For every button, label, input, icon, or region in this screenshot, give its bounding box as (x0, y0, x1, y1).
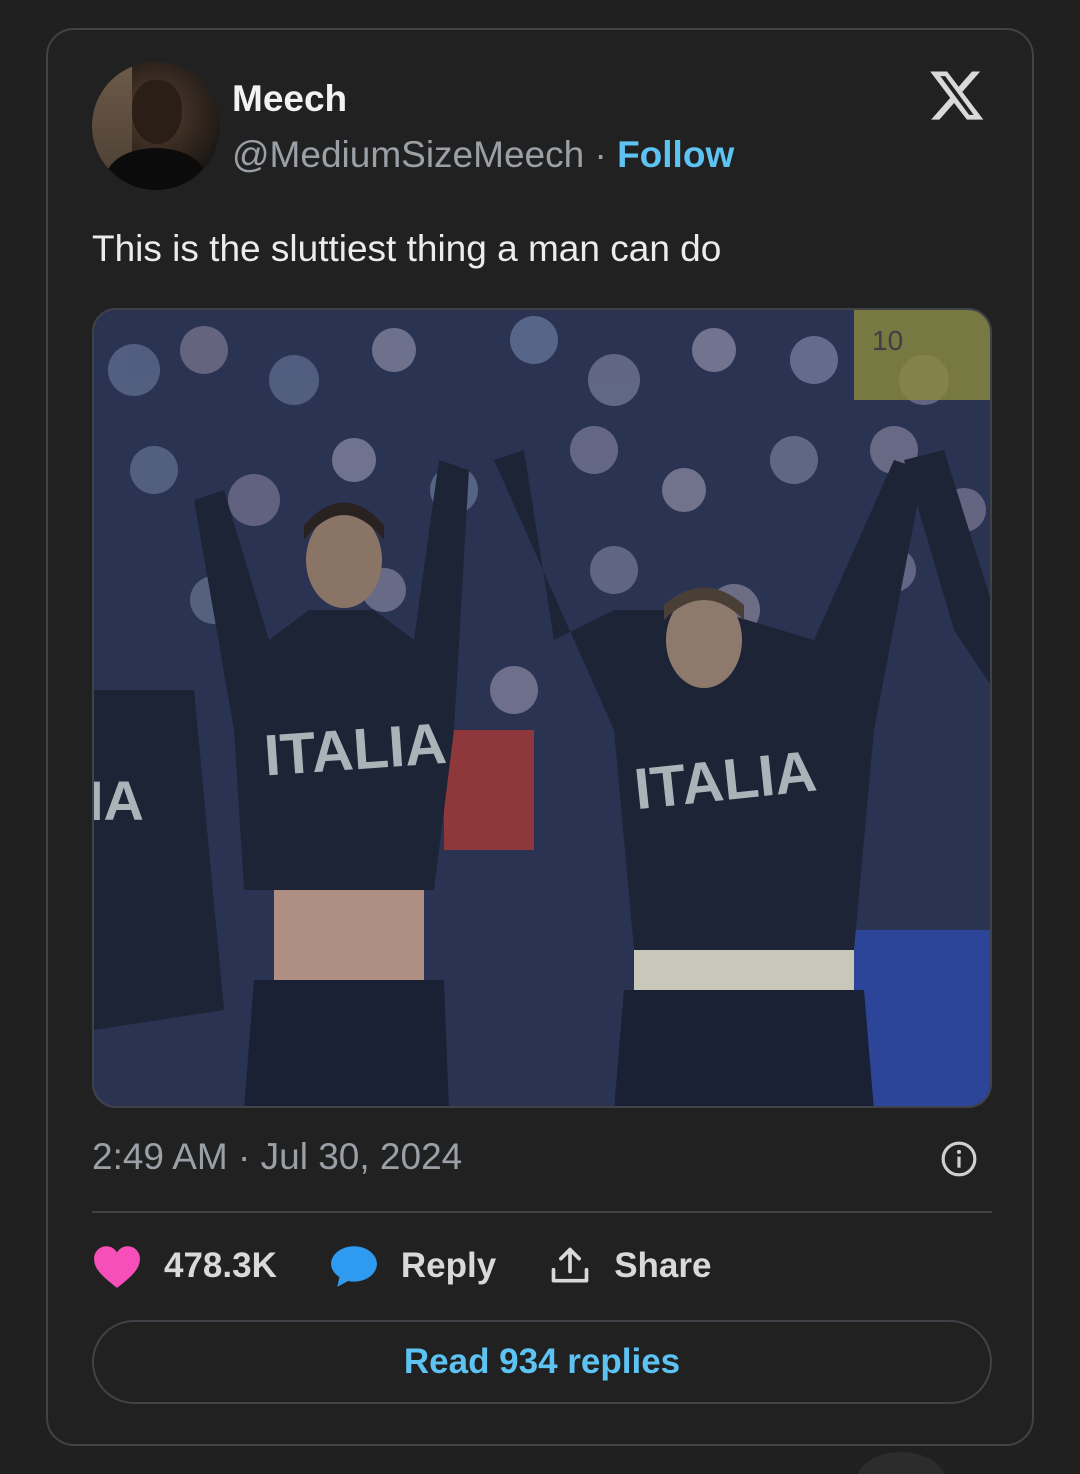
author-handle[interactable]: @MediumSizeMeech (232, 134, 584, 175)
follow-link[interactable]: Follow (617, 134, 734, 175)
read-replies-button[interactable]: Read 934 replies (92, 1320, 992, 1404)
author-name[interactable]: Meech (232, 78, 347, 120)
tweet-card: Meech @MediumSizeMeech · Follow This is … (46, 28, 1034, 1446)
reply-button[interactable]: Reply (329, 1243, 496, 1289)
like-count: 478.3K (164, 1246, 277, 1285)
tweet-text: This is the sluttiest thing a man can do (92, 228, 722, 269)
divider (92, 1211, 992, 1213)
media-caption-edge: IA (94, 769, 144, 832)
chat-bubble-icon (330, 1246, 377, 1287)
reply-label: Reply (400, 1246, 497, 1285)
floating-button-edge[interactable] (856, 1452, 946, 1474)
heart-icon (94, 1246, 140, 1288)
tweet-timestamp[interactable]: 2:49 AM · Jul 30, 2024 (92, 1136, 462, 1178)
x-logo-icon[interactable] (928, 66, 986, 124)
jersey-number: 10 (872, 325, 903, 356)
info-icon[interactable] (940, 1140, 978, 1178)
share-upload-icon (551, 1247, 589, 1283)
like-button[interactable]: 478.3K (92, 1243, 277, 1289)
share-button[interactable]: Share (548, 1243, 711, 1289)
separator-dot: · (594, 134, 607, 175)
avatar[interactable] (92, 62, 220, 190)
media-caption-left: ITALIA (262, 711, 449, 789)
action-bar: 478.3K Reply Share (92, 1236, 763, 1296)
author-handle-row: @MediumSizeMeech · Follow (232, 134, 734, 176)
tweet-media-image[interactable]: 10 ITALIA ITALIA IA (92, 308, 992, 1108)
share-label: Share (614, 1246, 712, 1285)
